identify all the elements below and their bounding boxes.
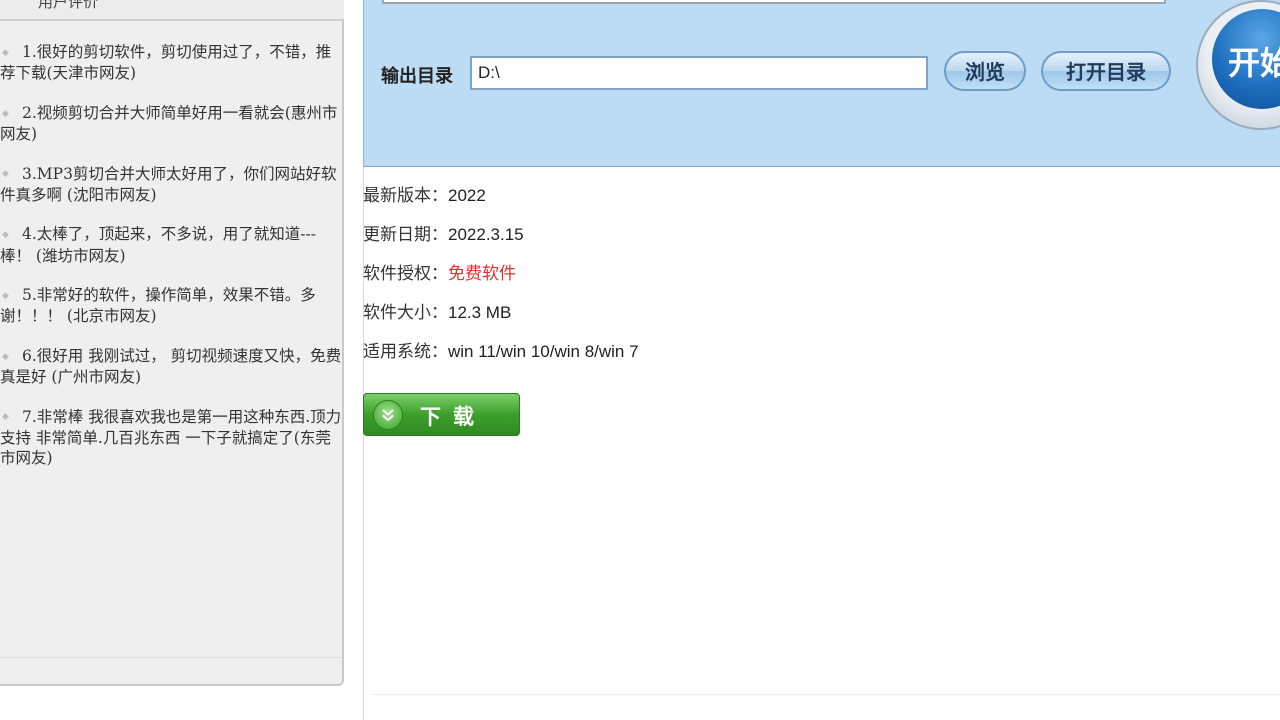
- review-text: 5.非常好的软件，操作简单，效果不错。多谢！！！ (北京市网友): [0, 286, 316, 326]
- info-version: 最新版本：2022: [363, 186, 639, 225]
- info-value: 免费软件: [448, 264, 516, 284]
- bullet-icon: ◆: [2, 351, 9, 362]
- review-sidebar: 用户评价 ◆ 1.很好的剪切软件，剪切使用过了，不错，推荐下载(天津市网友) ◆ 2…: [0, 0, 344, 686]
- open-dir-button[interactable]: 打开目录: [1041, 51, 1171, 91]
- bullet-icon: ◆: [2, 230, 9, 240]
- bullet-icon: ◆: [2, 169, 9, 180]
- start-button-label: 开始: [1212, 9, 1280, 109]
- info-key: 适用系统：: [363, 342, 448, 362]
- download-button[interactable]: 下载: [363, 393, 520, 436]
- info-size: 软件大小：12.3 MB: [363, 303, 639, 342]
- info-key: 软件授权：: [363, 264, 448, 284]
- info-value: win 11/win 10/win 8/win 7: [448, 342, 639, 361]
- review-item: ◆ 4.太棒了，顶起来，不多说，用了就知道---棒！ (潍坊市网友): [0, 224, 342, 266]
- sidebar-header: 用户评价: [0, 0, 344, 21]
- review-text: 3.MP3剪切合并大师太好用了，你们网站好软件真多啊 (沈阳市网友): [0, 164, 337, 204]
- start-button[interactable]: 开始: [1196, 0, 1280, 130]
- review-item: ◆ 1.很好的剪切软件，剪切使用过了，不错，推荐下载(天津市网友): [0, 42, 342, 84]
- bullet-icon: ◆: [2, 412, 9, 423]
- info-date: 更新日期：2022.3.15: [363, 225, 639, 264]
- review-text: 1.很好的剪切软件，剪切使用过了，不错，推荐下载(天津市网友): [0, 43, 332, 83]
- info-value: 12.3 MB: [448, 303, 512, 322]
- output-dir-label: 输出目录: [381, 66, 453, 86]
- sidebar-divider: [0, 657, 342, 658]
- review-text: 2.视频剪切合并大师简单好用一看就会(惠州市网友): [0, 103, 338, 143]
- output-dir-input[interactable]: D:\: [470, 56, 928, 90]
- browse-button[interactable]: 浏览: [944, 51, 1026, 91]
- review-item: ◆ 5.非常好的软件，操作简单，效果不错。多谢！！！ (北京市网友): [0, 285, 342, 327]
- review-text: 7.非常棒 我很喜欢我也是第一用这种东西.顶力支持 非常简单.几百兆东西 一下子…: [0, 407, 342, 468]
- tool-panel: 输出目录 D:\ 浏览 打开目录 开始: [363, 0, 1280, 167]
- review-text: 6.很好用 我刚试过， 剪切视频速度又快，免费真是好 (广州市网友): [0, 346, 342, 386]
- review-item: ◆ 7.非常棒 我很喜欢我也是第一用这种东西.顶力支持 非常简单.几百兆东西 一下…: [0, 407, 342, 469]
- review-list: ◆ 1.很好的剪切软件，剪切使用过了，不错，推荐下载(天津市网友) ◆ 2.视频剪切…: [0, 42, 342, 488]
- info-key: 更新日期：: [363, 225, 448, 245]
- bullet-icon: ◆: [2, 290, 9, 301]
- sidebar-title: 用户评价: [38, 0, 99, 11]
- bullet-icon: ◆: [2, 47, 9, 58]
- info-value: 2022: [448, 186, 486, 205]
- review-item: ◆ 2.视频剪切合并大师简单好用一看就会(惠州市网友): [0, 103, 342, 145]
- download-label: 下载: [420, 405, 486, 429]
- review-item: ◆ 3.MP3剪切合并大师太好用了，你们网站好软件真多啊 (沈阳市网友): [0, 164, 342, 206]
- info-value: 2022.3.15: [448, 225, 524, 244]
- source-file-field[interactable]: [382, 0, 1166, 4]
- double-chevron-down-icon: [373, 400, 403, 430]
- info-license: 软件授权：免费软件: [363, 264, 639, 303]
- info-key: 最新版本：: [363, 186, 448, 206]
- bullet-icon: ◆: [2, 108, 9, 119]
- info-key: 软件大小：: [363, 303, 448, 323]
- software-info: 最新版本：2022 更新日期：2022.3.15 软件授权：免费软件 软件大小：…: [363, 186, 639, 381]
- review-item: ◆ 6.很好用 我刚试过， 剪切视频速度又快，免费真是好 (广州市网友): [0, 346, 342, 388]
- review-text: 4.太棒了，顶起来，不多说，用了就知道---棒！ (潍坊市网友): [0, 225, 317, 265]
- bottom-divider: [372, 694, 1280, 695]
- info-os: 适用系统：win 11/win 10/win 8/win 7: [363, 342, 639, 381]
